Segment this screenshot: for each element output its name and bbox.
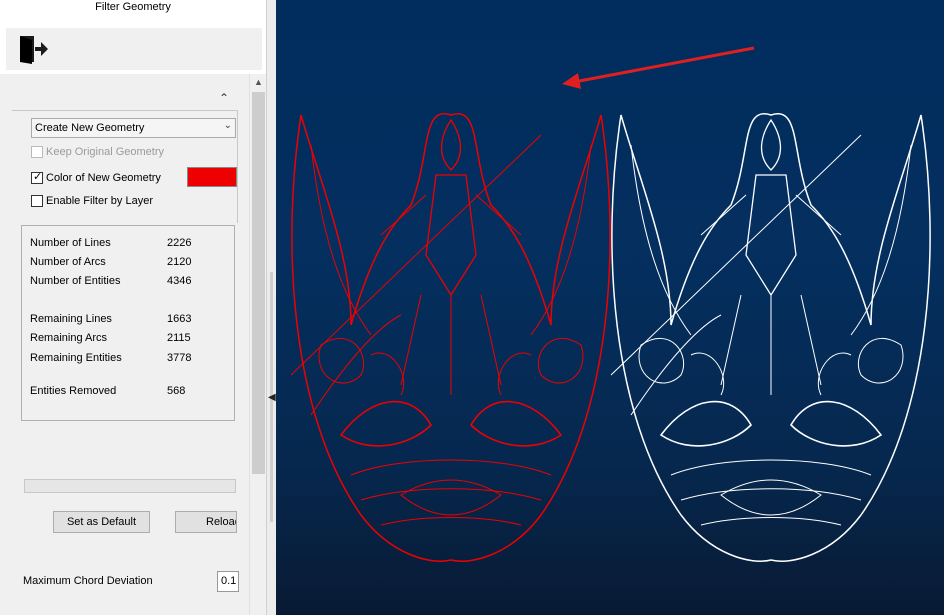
stat-label: Entities Removed [30, 385, 117, 397]
annotation-arrow [562, 46, 755, 89]
toolbar [6, 28, 262, 70]
canvas-svg [290, 46, 931, 562]
scroll-up-arrow-icon[interactable]: ▲ [250, 74, 267, 91]
stat-label: Number of Arcs [30, 256, 106, 268]
geometry-mode-value: Create New Geometry [35, 122, 145, 134]
horizontal-scrollbar[interactable] [24, 479, 236, 493]
collapse-left-icon[interactable]: ◀ [268, 392, 276, 403]
stat-value: 2115 [167, 332, 191, 344]
stat-value: 1663 [167, 313, 192, 325]
drawing-canvas[interactable] [276, 0, 944, 615]
color-new-geometry-label: Color of New Geometry [46, 172, 161, 184]
keep-original-checkbox[interactable] [31, 146, 43, 158]
stat-label: Remaining Arcs [30, 332, 108, 344]
stat-value: 3778 [167, 352, 192, 364]
new-geometry-color-swatch[interactable] [187, 167, 237, 187]
stat-value: 4346 [167, 275, 192, 287]
original-geometry-drawing [610, 112, 931, 562]
stat-value: 2226 [167, 237, 192, 249]
collapse-chevron-icon[interactable]: ⌃ [217, 91, 231, 105]
reload-button[interactable]: Reload [175, 511, 237, 533]
color-new-geometry-checkbox[interactable]: ✓ [31, 171, 43, 184]
stat-value: 568 [167, 385, 186, 397]
stat-label: Remaining Entities [30, 352, 122, 364]
vertical-scrollbar[interactable]: ▲ [249, 74, 267, 615]
max-chord-deviation-input[interactable]: 0.1 [217, 571, 239, 592]
max-chord-deviation-label: Maximum Chord Deviation [23, 575, 153, 587]
geometry-mode-select[interactable]: Create New Geometry ⌄ [31, 118, 236, 138]
keep-original-label: Keep Original Geometry [46, 146, 164, 158]
stat-value: 2120 [167, 256, 192, 268]
checkmark-icon: ✓ [33, 171, 43, 183]
panel-title: Filter Geometry [95, 1, 171, 13]
stat-label: Number of Lines [30, 237, 111, 249]
exit-door-icon[interactable] [16, 32, 50, 66]
filtered-geometry-drawing [290, 112, 611, 562]
stat-label: Remaining Lines [30, 313, 112, 325]
filter-by-layer-label: Enable Filter by Layer [46, 195, 153, 207]
statistics-box: Number of Lines 2226 Number of Arcs 2120… [21, 225, 235, 421]
filter-by-layer-checkbox[interactable] [31, 195, 43, 207]
chevron-down-icon: ⌄ [223, 120, 232, 131]
stat-label: Number of Entities [30, 275, 121, 287]
set-as-default-button[interactable]: Set as Default [53, 511, 150, 533]
panel-splitter[interactable]: ◀ [266, 0, 276, 615]
filter-geometry-panel: Filter Geometry ⌃ Create New Geometry ⌄ … [0, 0, 267, 615]
scrollbar-thumb[interactable] [252, 92, 265, 474]
